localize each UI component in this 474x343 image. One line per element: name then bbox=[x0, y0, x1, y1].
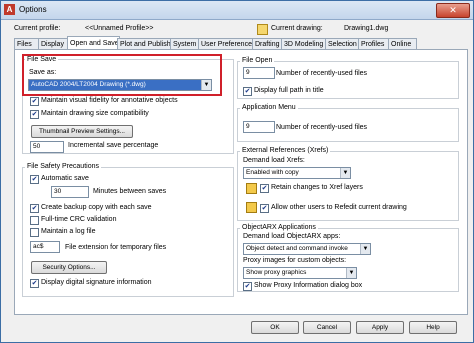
maintain-drawing-size-label: Maintain drawing size compatibility bbox=[41, 110, 149, 117]
current-profile-label: Current profile: bbox=[14, 25, 61, 32]
proxy-images-dropdown[interactable]: Show proxy graphics ▼ bbox=[243, 267, 357, 279]
arx-demand-label: Demand load ObjectARX apps: bbox=[243, 233, 341, 240]
backup-copy-checkbox[interactable]: ✔ bbox=[30, 204, 39, 213]
proxy-images-label: Proxy images for custom objects: bbox=[243, 257, 347, 264]
ok-button[interactable]: OK bbox=[251, 321, 299, 334]
current-drawing-label: Current drawing: bbox=[271, 25, 323, 32]
retain-changes-checkbox[interactable]: ✔ bbox=[260, 184, 269, 193]
close-button[interactable]: ✕ bbox=[436, 3, 470, 18]
xref-layers-icon bbox=[246, 183, 257, 194]
automatic-save-checkbox[interactable]: ✔ bbox=[30, 175, 39, 184]
options-dialog: A Options ✕ Current profile: <<Unnamed P… bbox=[0, 0, 474, 343]
current-profile-value: <<Unnamed Profile>> bbox=[85, 25, 154, 32]
xrefs-title: External References (Xrefs) bbox=[240, 147, 331, 154]
app-menu-recent-input[interactable]: 9 bbox=[243, 121, 275, 133]
highlight-annotation bbox=[22, 54, 222, 96]
chevron-down-icon: ▼ bbox=[340, 168, 350, 178]
window-title: Options bbox=[19, 5, 47, 14]
full-crc-label: Full-time CRC validation bbox=[41, 216, 117, 223]
retain-changes-label: Retain changes to Xref layers bbox=[271, 184, 363, 191]
tab-open-and-save[interactable]: Open and Save bbox=[67, 36, 120, 50]
apply-button[interactable]: Apply bbox=[356, 321, 404, 334]
digital-signature-checkbox[interactable]: ✔ bbox=[30, 279, 39, 288]
log-file-label: Maintain a log file bbox=[41, 228, 96, 235]
backup-copy-label: Create backup copy with each save bbox=[41, 204, 152, 211]
digital-signature-label: Display digital signature information bbox=[41, 279, 152, 286]
incremental-save-label: Incremental save percentage bbox=[68, 142, 159, 149]
file-safety-title: File Safety Precautions bbox=[25, 163, 101, 170]
app-menu-title: Application Menu bbox=[240, 104, 298, 111]
file-open-recent-label: Number of recently-used files bbox=[276, 70, 368, 77]
maintain-drawing-size-checkbox[interactable]: ✔ bbox=[30, 110, 39, 119]
security-options-button[interactable]: Security Options... bbox=[31, 261, 107, 274]
xrefs-demand-label: Demand load Xrefs: bbox=[243, 157, 305, 164]
refedit-icon bbox=[246, 202, 257, 213]
xrefs-demand-value: Enabled with copy bbox=[246, 169, 299, 176]
file-open-recent-input[interactable]: 9 bbox=[243, 67, 275, 79]
allow-others-refedit-checkbox[interactable]: ✔ bbox=[260, 204, 269, 213]
maintain-visual-fidelity-checkbox[interactable]: ✔ bbox=[30, 97, 39, 106]
temp-extension-label: File extension for temporary files bbox=[65, 244, 167, 251]
incremental-save-input[interactable]: 50 bbox=[30, 141, 64, 153]
title-bar: A Options ✕ bbox=[1, 1, 473, 20]
minutes-between-saves-input[interactable]: 30 bbox=[51, 186, 89, 198]
automatic-save-label: Automatic save bbox=[41, 175, 89, 182]
objectarx-title: ObjectARX Applications bbox=[240, 224, 318, 231]
cancel-button[interactable]: Cancel bbox=[303, 321, 351, 334]
current-drawing-value: Drawing1.dwg bbox=[344, 25, 389, 32]
arx-demand-dropdown[interactable]: Object detect and command invoke ▼ bbox=[243, 243, 371, 255]
xrefs-demand-dropdown[interactable]: Enabled with copy ▼ bbox=[243, 167, 351, 179]
maintain-visual-fidelity-label: Maintain visual fidelity for annotative … bbox=[41, 97, 178, 104]
help-button[interactable]: Help bbox=[409, 321, 457, 334]
thumbnail-preview-settings-button[interactable]: Thumbnail Preview Settings... bbox=[31, 125, 133, 138]
log-file-checkbox[interactable] bbox=[30, 228, 39, 237]
file-open-title: File Open bbox=[240, 57, 275, 64]
arx-demand-value: Object detect and command invoke bbox=[246, 245, 348, 252]
app-menu-recent-label: Number of recently-used files bbox=[276, 124, 368, 131]
minutes-between-saves-label: Minutes between saves bbox=[93, 188, 167, 195]
proxy-images-value: Show proxy graphics bbox=[246, 269, 307, 276]
allow-others-refedit-label: Allow other users to Refedit current dra… bbox=[271, 204, 407, 211]
show-proxy-dialog-checkbox[interactable]: ✔ bbox=[243, 282, 252, 291]
temp-extension-input[interactable]: ac$ bbox=[30, 241, 60, 253]
show-proxy-dialog-label: Show Proxy Information dialog box bbox=[254, 282, 363, 289]
chevron-down-icon: ▼ bbox=[346, 268, 356, 278]
display-full-path-label: Display full path in title bbox=[254, 87, 324, 94]
full-crc-checkbox[interactable] bbox=[30, 216, 39, 225]
display-full-path-checkbox[interactable]: ✔ bbox=[243, 87, 252, 96]
chevron-down-icon: ▼ bbox=[360, 244, 370, 254]
drawing-icon bbox=[257, 24, 268, 35]
autocad-icon: A bbox=[4, 4, 15, 15]
